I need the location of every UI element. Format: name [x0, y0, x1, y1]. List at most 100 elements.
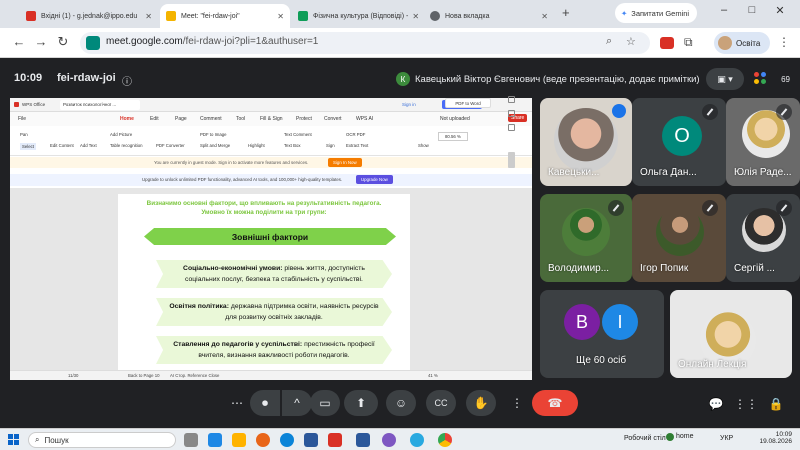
tab-sheets[interactable]: Фізична культура (Відповіді) - ✕ [292, 4, 422, 28]
close-icon[interactable]: ✕ [141, 12, 152, 21]
participant-tile[interactable]: Володимир... [540, 194, 632, 282]
tool-icon[interactable] [508, 110, 515, 117]
page-indicator[interactable]: 11/30 [68, 373, 78, 378]
menu-protect[interactable]: Protect [296, 116, 312, 122]
browser-menu-icon[interactable]: ⋮ [778, 35, 790, 49]
gemini-button[interactable]: ✦ Запитати Gemini [615, 3, 697, 23]
menu-edit[interactable]: Edit [150, 116, 159, 122]
menu-page[interactable]: Page [175, 116, 187, 122]
desktop-label[interactable]: Робочий стіл [624, 435, 666, 442]
menu-tool[interactable]: Tool [236, 116, 245, 122]
maximize-button[interactable]: □ [740, 4, 764, 16]
back-icon[interactable]: ← [10, 34, 28, 49]
word-icon[interactable] [356, 433, 370, 447]
reload-icon[interactable]: ↻ [54, 34, 72, 50]
wps-app-tab[interactable]: WPS Office [22, 102, 45, 107]
close-icon[interactable]: ✕ [537, 12, 548, 21]
zoom-field[interactable]: 80.56 % [438, 132, 468, 141]
self-view-tile[interactable]: Онлайн Лекція [670, 290, 792, 378]
more-actions-button[interactable]: ⋯ [222, 390, 252, 416]
tool-pan[interactable]: Pan [20, 132, 28, 137]
home-label[interactable]: home [676, 433, 694, 440]
captions-button[interactable]: CC [426, 390, 456, 416]
tool-add-picture[interactable]: Add Picture [110, 132, 132, 137]
menu-fill-sign[interactable]: Fill & Sign [260, 116, 283, 122]
emoji-button[interactable]: ☺ [386, 390, 416, 416]
taskbar-search[interactable]: ⌕ Пошук [28, 432, 176, 448]
chat-icon[interactable]: 💬 [706, 394, 726, 414]
tool-extract-text[interactable]: Extract Text [346, 143, 368, 148]
host-controls-icon[interactable]: 🔒 [766, 394, 786, 414]
camera-options-button[interactable]: ^ [282, 390, 312, 416]
extensions-puzzle-icon[interactable]: ⧉ [684, 35, 693, 50]
participant-tile[interactable]: Юлія Раде... [726, 98, 800, 186]
back-to-page[interactable]: Back to Page 10 [128, 373, 160, 378]
tool-split-merge[interactable]: Split and Merge [200, 143, 230, 148]
menu-comment[interactable]: Comment [200, 116, 222, 122]
new-tab-button[interactable]: + [562, 5, 570, 20]
activities-icon[interactable]: ⋮⋮ [734, 394, 758, 414]
tab-new[interactable]: Нова вкладка ✕ [424, 4, 554, 28]
tool-show[interactable]: Show [418, 143, 429, 148]
language-indicator[interactable]: УКР [720, 435, 733, 442]
wps-signin[interactable]: Sign in [402, 102, 416, 107]
status-reference[interactable]: AI Стор. Reference Close [170, 373, 219, 378]
site-info-icon[interactable] [86, 36, 100, 50]
raise-hand-button[interactable]: ✋ [466, 390, 496, 416]
more-participants-tile[interactable]: В І Ще 60 осіб [540, 290, 664, 378]
system-clock[interactable]: 10:09 19.08.2026 [759, 431, 792, 445]
bookmark-star-icon[interactable]: ☆ [626, 35, 636, 48]
tool-icon[interactable] [508, 124, 515, 131]
profile-button[interactable]: Освіта [714, 32, 770, 54]
mic-button[interactable]: ⏺ [250, 390, 280, 416]
menu-file[interactable]: File [18, 116, 26, 122]
tab-gmail[interactable]: Вхідні (1) - g.jednak@ippo.edu ✕ [20, 4, 158, 28]
task-view-icon[interactable] [184, 433, 198, 447]
store-icon[interactable] [304, 433, 318, 447]
tool-icon[interactable] [508, 96, 515, 103]
tool-add-text[interactable]: Add Text [80, 143, 97, 148]
tool-text-box[interactable]: Text Box [284, 143, 300, 148]
guest-signin-button[interactable]: Sign In Now [328, 158, 362, 167]
search-icon[interactable]: ⌕ [606, 35, 612, 48]
participant-tile[interactable]: О Ольга Дан... [632, 98, 726, 186]
close-window-button[interactable]: ✕ [768, 4, 792, 17]
windows-start-icon[interactable] [8, 434, 19, 445]
tool-select[interactable]: Select [20, 143, 36, 150]
wps-doc-tab[interactable]: Розвиток психологічної ... [60, 100, 140, 110]
layout-button[interactable]: ▣ ▾ [706, 68, 744, 90]
tool-table-recognition[interactable]: Table recognition [110, 143, 143, 148]
telegram-icon[interactable] [410, 433, 424, 447]
leave-call-button[interactable]: ☎ [532, 390, 578, 416]
menu-wps-ai[interactable]: WPS AI [356, 116, 373, 122]
camera-button[interactable]: ▭ [310, 390, 340, 416]
tool-sign[interactable]: Sign [326, 143, 335, 148]
tool-pdf-to-image[interactable]: PDF to Image [200, 132, 227, 137]
firefox-icon[interactable] [256, 433, 270, 447]
menu-home[interactable]: Home [120, 116, 134, 122]
participant-tile[interactable]: Сергій ... [726, 194, 800, 282]
forward-icon[interactable]: → [32, 34, 50, 49]
status-zoom[interactable]: 41 % [428, 373, 438, 378]
tool-highlight[interactable]: Highlight [248, 143, 265, 148]
people-button[interactable]: 69 [752, 68, 794, 90]
upgrade-now-button[interactable]: Upgrade Now [356, 175, 393, 184]
meeting-info-icon[interactable]: ⓘ [122, 73, 132, 88]
tool-edit-content[interactable]: Edit Content [50, 143, 74, 148]
more-options-button[interactable]: ⋮ [502, 390, 532, 416]
file-explorer-icon[interactable] [232, 433, 246, 447]
close-icon[interactable]: ✕ [408, 12, 419, 21]
viber-icon[interactable] [382, 433, 396, 447]
close-icon[interactable]: ✕ [273, 12, 284, 21]
url-field[interactable]: meet.google.com/fei-rdaw-joi?pli=1&authu… [80, 32, 650, 54]
minimize-button[interactable]: – [712, 4, 736, 16]
present-button[interactable]: ⬆ [344, 390, 378, 416]
tab-meet[interactable]: Meet: "fei-rdaw-joi" ✕ [160, 4, 290, 28]
widgets-icon[interactable] [208, 433, 222, 447]
tool-ocr-pdf[interactable]: OCR PDF [346, 132, 365, 137]
tool-text-comment[interactable]: Text Comment [284, 132, 312, 137]
chrome-icon[interactable] [438, 433, 452, 447]
extension-icon[interactable] [660, 37, 674, 49]
menu-convert[interactable]: Convert [324, 116, 342, 122]
scrollbar-thumb[interactable] [508, 152, 515, 168]
